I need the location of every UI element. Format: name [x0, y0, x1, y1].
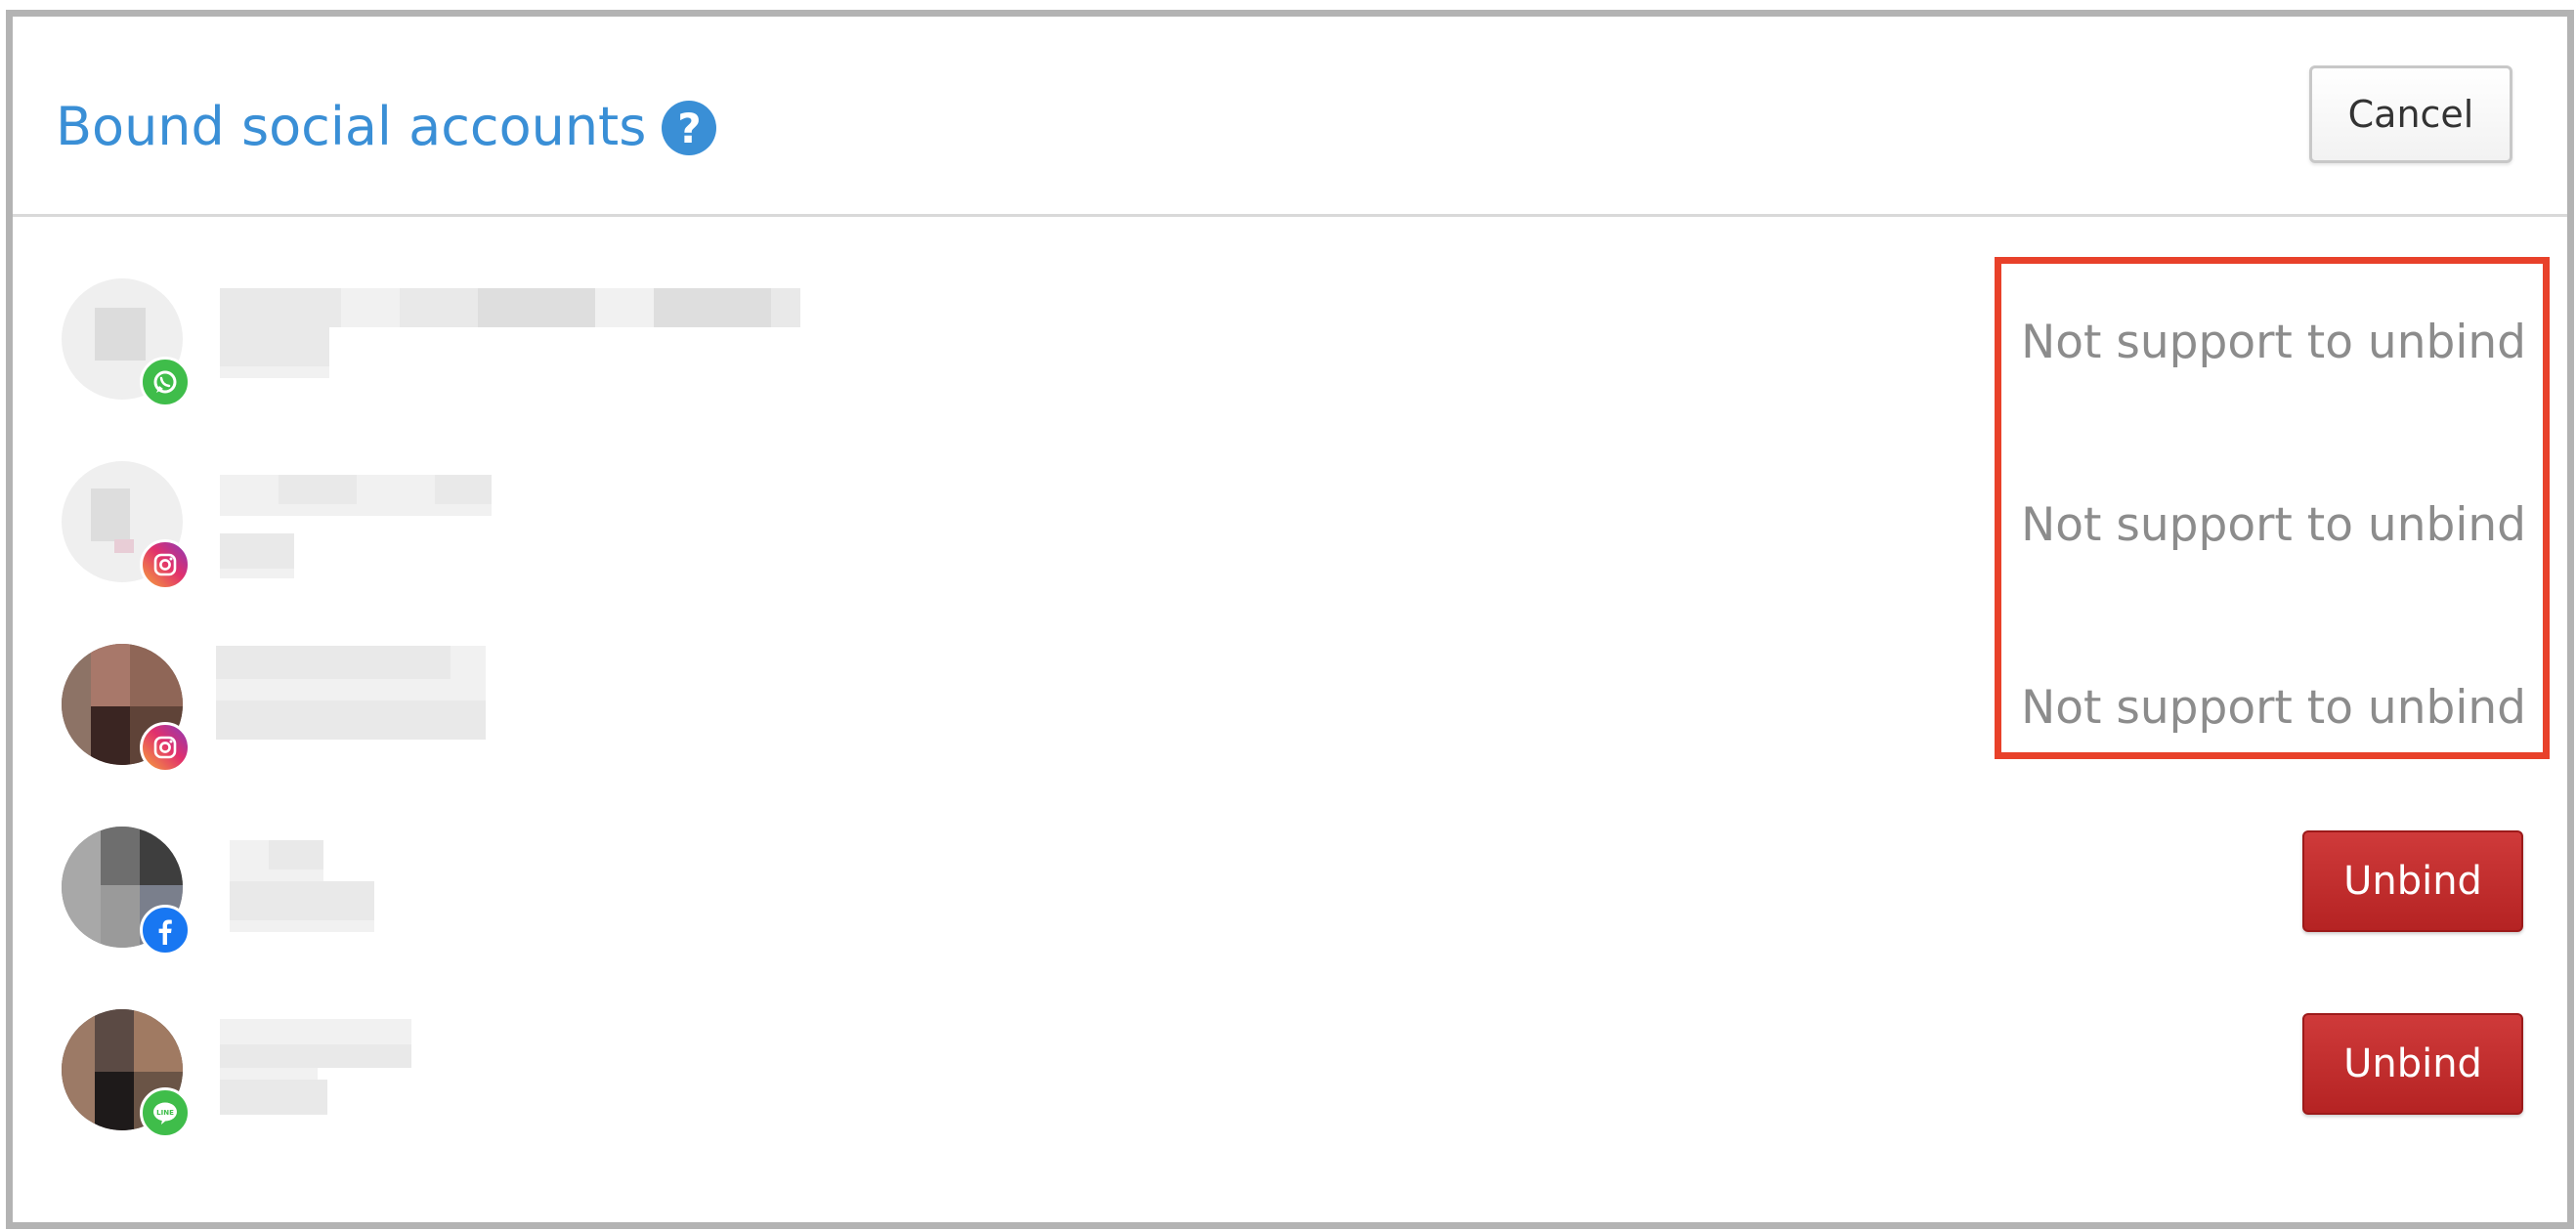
account-row: Unbind	[13, 821, 2567, 957]
line-icon: LINE	[140, 1087, 191, 1138]
whatsapp-icon	[140, 357, 191, 407]
account-row: LINE Unbind	[13, 1003, 2567, 1140]
unbind-not-supported-text: Not support to unbind	[2021, 681, 2526, 735]
unbind-button[interactable]: Unbind	[2302, 830, 2523, 932]
svg-text:LINE: LINE	[156, 1109, 174, 1117]
instagram-icon	[140, 539, 191, 590]
cancel-button[interactable]: Cancel	[2309, 65, 2512, 163]
dialog: Bound social accounts ? Cancel Not suppo…	[6, 10, 2574, 1229]
dialog-header: Bound social accounts ? Cancel	[13, 17, 2567, 217]
unbind-not-supported-text: Not support to unbind	[2021, 498, 2526, 552]
account-row: Not support to unbind	[13, 638, 2567, 775]
unbind-not-supported-text: Not support to unbind	[2021, 316, 2526, 369]
question-circle-icon[interactable]: ?	[662, 101, 717, 155]
facebook-icon	[140, 905, 191, 955]
account-row: Not support to unbind	[13, 455, 2567, 592]
instagram-icon	[140, 722, 191, 773]
dialog-title: Bound social accounts	[56, 95, 647, 157]
dialog-title-row: Bound social accounts ?	[56, 87, 717, 165]
account-row: Not support to unbind	[13, 273, 2567, 409]
unbind-button[interactable]: Unbind	[2302, 1013, 2523, 1115]
